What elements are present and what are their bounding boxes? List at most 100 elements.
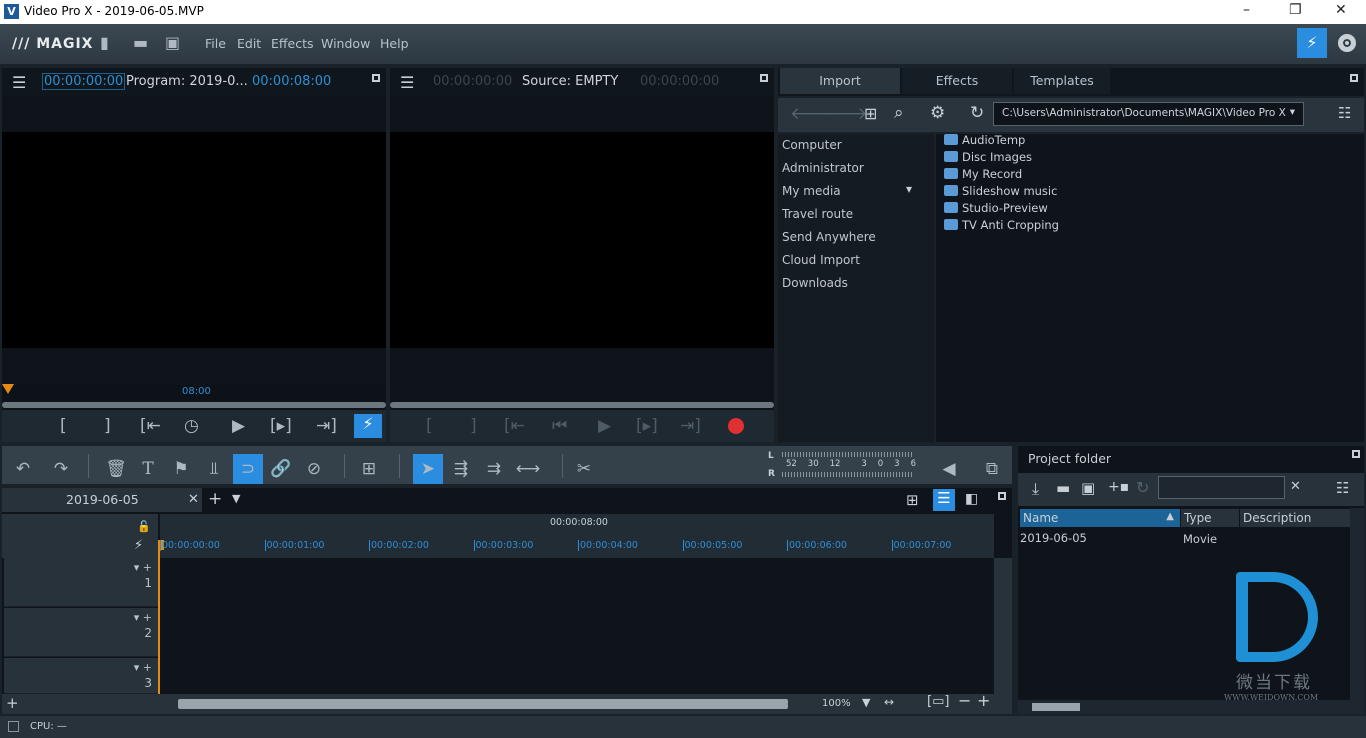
nav-travel-route[interactable]: Travel route	[782, 207, 853, 221]
scissors-icon[interactable]: ✂	[569, 454, 599, 484]
source-scrollbar[interactable]	[390, 402, 774, 408]
save-icon[interactable]: ▣	[1081, 479, 1095, 497]
new-file-icon[interactable]: ▮	[100, 33, 109, 52]
link-icon[interactable]: 🔗	[266, 454, 296, 484]
insert-icon[interactable]: ⊞	[354, 454, 384, 484]
project-row-name[interactable]: 2019-06-05	[1020, 531, 1087, 545]
program-scrollbar[interactable]	[2, 402, 386, 408]
loop-icon[interactable]: ◷	[184, 416, 199, 436]
go-to-out-icon[interactable]: ⇥]	[316, 416, 337, 436]
view-options-icon[interactable]: ☷	[1336, 479, 1349, 497]
nav-administrator[interactable]: Administrator	[782, 161, 864, 175]
menu-edit[interactable]: Edit	[237, 36, 261, 51]
go-to-in-icon[interactable]: [⇤	[140, 416, 161, 436]
folder-item[interactable]: Slideshow music	[944, 184, 1057, 198]
multicam-mode-icon[interactable]: ◧	[965, 491, 978, 507]
redo-icon[interactable]: ↷	[46, 454, 76, 484]
tab-import[interactable]: Import	[780, 68, 900, 94]
add-tab-icon[interactable]: +	[208, 489, 222, 509]
delete-icon[interactable]: 🗑	[101, 454, 131, 484]
nav-computer[interactable]: Computer	[782, 138, 842, 152]
menu-help[interactable]: Help	[380, 36, 409, 51]
maximize-panel-icon[interactable]	[760, 74, 768, 82]
column-name[interactable]: Name ▲	[1020, 509, 1180, 527]
search-icon[interactable]: ⌕	[894, 103, 904, 123]
horizontal-scrollbar[interactable]	[1018, 700, 1364, 714]
mouse-mode-pointer-icon[interactable]: ➤	[413, 454, 443, 484]
play-icon[interactable]: ▶	[598, 416, 611, 436]
clear-search-icon[interactable]: ✕	[1290, 479, 1301, 494]
forward-icon[interactable]: 🡒	[822, 104, 868, 124]
track-header[interactable]: ▾ +3	[4, 658, 160, 694]
minimize-button[interactable]: –	[1243, 2, 1250, 18]
unlink-icon[interactable]: ⊘	[299, 454, 329, 484]
track-header[interactable]: ▾ +1	[4, 558, 160, 607]
play-icon[interactable]: ▶	[232, 416, 245, 436]
expand-icon[interactable]: ▾	[906, 182, 912, 196]
performance-icon[interactable]: ⚡	[1297, 28, 1327, 58]
mark-in-icon[interactable]: [	[60, 416, 67, 436]
zoom-level[interactable]: 100%	[822, 698, 851, 709]
go-to-out-icon[interactable]: ⇥]	[680, 416, 701, 436]
nav-cloud-import[interactable]: Cloud Import	[782, 253, 860, 267]
nav-send-anywhere[interactable]: Send Anywhere	[782, 230, 876, 244]
add-track-icon[interactable]: +	[6, 694, 19, 712]
view-options-icon[interactable]: ☷	[1338, 104, 1351, 122]
playhead-marker[interactable]	[2, 384, 14, 394]
maximize-panel-icon[interactable]	[1350, 74, 1358, 82]
new-folder-icon[interactable]: +▪	[1108, 479, 1129, 495]
menu-file[interactable]: File	[205, 36, 226, 51]
title-icon[interactable]: T	[133, 454, 163, 484]
menu-effects[interactable]: Effects	[271, 36, 314, 51]
vertical-scrollbar[interactable]	[994, 558, 1012, 694]
maximize-panel-icon[interactable]	[1352, 450, 1360, 458]
mark-in-icon[interactable]: [	[426, 416, 433, 436]
play-in-out-icon[interactable]: [▸]	[270, 416, 292, 436]
folder-item[interactable]: AudioTemp	[944, 133, 1025, 147]
folder-item[interactable]: Disc Images	[944, 150, 1032, 164]
project-row-type[interactable]: Movie	[1183, 532, 1217, 546]
import-icon[interactable]: ⤓	[1032, 479, 1039, 499]
folder-tree-icon[interactable]: ⊞	[864, 104, 877, 123]
record-icon[interactable]	[728, 418, 744, 434]
undo-icon[interactable]: ↶	[8, 454, 38, 484]
storyboard-mode-icon[interactable]: ⊞	[906, 491, 919, 509]
auto-action-icon[interactable]: ⚡	[134, 538, 143, 553]
zoom-dropdown-icon[interactable]: ▼	[862, 696, 870, 709]
split-icon[interactable]: ⫫	[199, 454, 229, 484]
menu-icon[interactable]: ☰	[12, 73, 26, 92]
disc-icon[interactable]	[1338, 34, 1356, 52]
folder-item[interactable]: TV Anti Cropping	[944, 218, 1059, 232]
program-timecode[interactable]: 00:00:00:00	[42, 73, 126, 90]
close-button[interactable]: ✕	[1335, 2, 1347, 18]
nav-my-media[interactable]: My media	[782, 184, 841, 198]
zoom-in-icon[interactable]: +	[977, 691, 990, 710]
mixer-icon[interactable]: ⧉	[977, 454, 1007, 484]
quick-action-icon[interactable]: ⚡	[354, 414, 382, 438]
close-tab-icon[interactable]: ✕	[188, 492, 199, 507]
mouse-mode-ripple-icon[interactable]: ⇶	[446, 454, 476, 484]
mark-out-icon[interactable]: ]	[104, 416, 111, 436]
fit-width-icon[interactable]: ↔	[884, 695, 894, 709]
column-type[interactable]: Type	[1181, 509, 1239, 527]
tab-templates[interactable]: Templates	[1014, 68, 1110, 94]
unlock-icon[interactable]: 🔓	[137, 520, 151, 533]
refresh-icon[interactable]: ↻	[1136, 478, 1149, 497]
track-header[interactable]: ▾ +2	[4, 608, 160, 657]
menu-icon[interactable]: ☰	[400, 73, 414, 92]
marker-icon[interactable]: ⚑	[166, 454, 196, 484]
stretch-icon[interactable]: ⟷	[513, 454, 543, 484]
timeline-mode-icon[interactable]: ☰	[933, 489, 955, 511]
horizontal-scrollbar[interactable]	[178, 699, 788, 709]
tab-effects[interactable]: Effects	[902, 68, 1012, 94]
folder-item[interactable]: My Record	[944, 167, 1022, 181]
nav-downloads[interactable]: Downloads	[782, 276, 848, 290]
maximize-panel-icon[interactable]	[372, 74, 380, 82]
column-description[interactable]: Description	[1240, 509, 1350, 527]
search-input[interactable]	[1158, 476, 1285, 499]
settings-icon[interactable]: ⚙	[930, 103, 945, 123]
tab-menu-icon[interactable]: ▼	[232, 492, 240, 505]
mark-out-icon[interactable]: ]	[470, 416, 477, 436]
menu-window[interactable]: Window	[321, 36, 370, 51]
maximize-panel-icon[interactable]	[998, 492, 1006, 500]
